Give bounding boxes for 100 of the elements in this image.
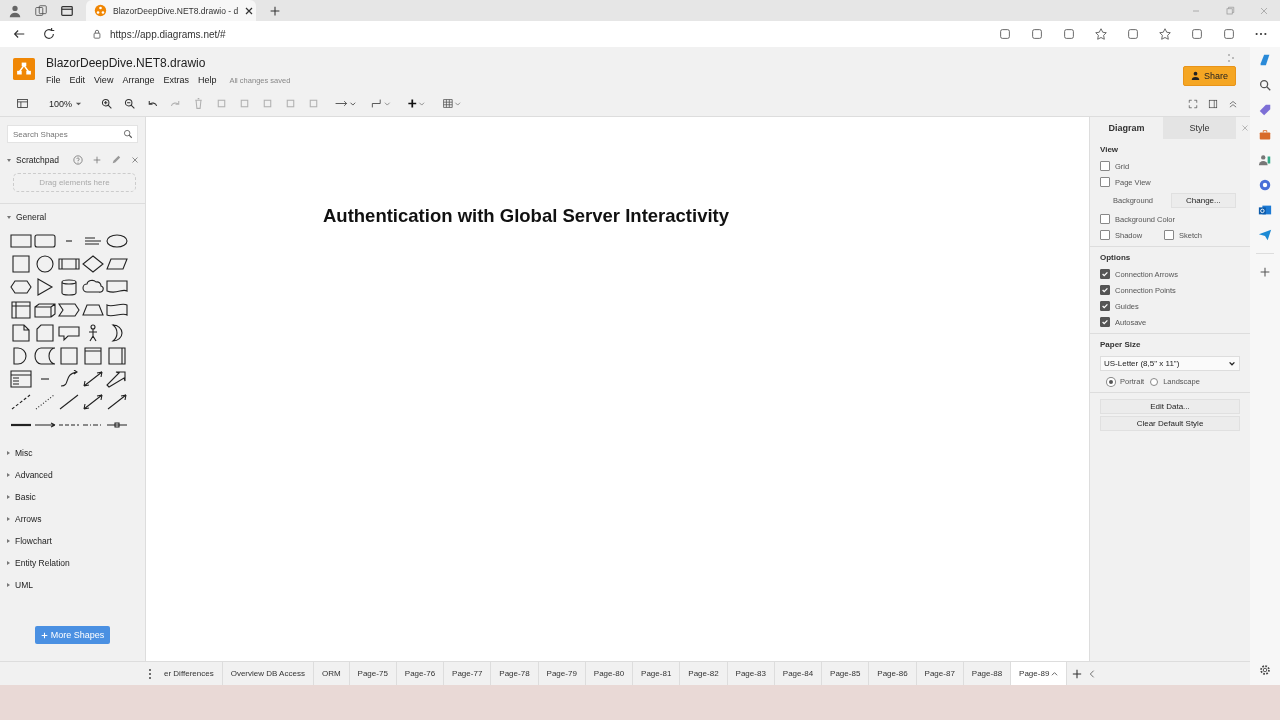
checkbox[interactable] xyxy=(1100,317,1110,327)
menu-item[interactable]: Arrange xyxy=(122,74,155,85)
checkbox[interactable] xyxy=(1164,230,1175,240)
menu-item[interactable]: Edit xyxy=(69,74,86,85)
section-title[interactable]: General xyxy=(16,212,47,222)
menu-item[interactable]: File xyxy=(46,74,61,85)
add-icon[interactable] xyxy=(92,155,102,165)
help-icon[interactable] xyxy=(73,155,83,165)
reload-icon[interactable] xyxy=(42,27,56,41)
pencil-icon[interactable] xyxy=(111,155,121,165)
rectangle-icon[interactable] xyxy=(9,232,33,250)
send-icon[interactable] xyxy=(1258,228,1272,242)
fullscreen-icon[interactable] xyxy=(1188,98,1198,109)
section-title[interactable]: Arrows xyxy=(15,514,42,524)
profile-icon[interactable] xyxy=(8,3,22,18)
process-icon[interactable] xyxy=(57,255,81,273)
checkbox[interactable] xyxy=(1100,230,1110,240)
search-icon[interactable] xyxy=(123,129,133,139)
zoom-level[interactable]: 100% xyxy=(49,98,83,109)
add-icon[interactable] xyxy=(1258,265,1272,279)
line-icon[interactable] xyxy=(57,393,81,411)
menu-item[interactable]: Extras xyxy=(163,74,189,85)
panel-tab[interactable]: Style xyxy=(1163,117,1236,139)
section-toggle-icon[interactable] xyxy=(7,473,10,477)
big-arrow-icon[interactable] xyxy=(105,370,129,388)
outlook-icon[interactable] xyxy=(1258,203,1272,217)
circle-app-icon[interactable] xyxy=(1258,178,1272,192)
checkbox[interactable] xyxy=(1100,301,1110,311)
card-icon[interactable] xyxy=(33,324,57,342)
section-toggle-icon[interactable] xyxy=(7,451,10,455)
section-toggle-icon[interactable] xyxy=(7,561,10,565)
cloud-icon[interactable] xyxy=(81,278,105,296)
section-title[interactable]: Scratchpad xyxy=(16,155,59,165)
section-title[interactable]: Entity Relation xyxy=(15,558,70,568)
frame-icon[interactable] xyxy=(81,347,105,365)
settings-icon[interactable] xyxy=(1258,663,1272,677)
checkbox[interactable] xyxy=(1100,177,1110,187)
panel-layout-icon[interactable] xyxy=(16,97,29,110)
collapse-icon[interactable] xyxy=(1228,98,1238,109)
checkbox[interactable] xyxy=(1100,269,1110,279)
dashed-line-icon[interactable] xyxy=(9,393,33,411)
data-storage-icon[interactable] xyxy=(33,347,57,365)
section-toggle-icon[interactable] xyxy=(7,495,10,499)
search-field[interactable]: Search Shapes xyxy=(7,125,138,143)
section-title[interactable]: Misc xyxy=(15,448,33,458)
checkbox[interactable] xyxy=(1100,161,1110,171)
list-icon[interactable] xyxy=(9,370,33,388)
container-icon[interactable] xyxy=(105,347,129,365)
hexagon-icon[interactable] xyxy=(9,278,33,296)
zoom-out-icon[interactable] xyxy=(123,97,137,110)
change-button[interactable]: Change... xyxy=(1171,193,1236,208)
browser-tab[interactable]: BlazorDeepDive.NET8.drawio - d xyxy=(86,0,256,21)
caret-icon[interactable] xyxy=(1051,670,1059,677)
section-toggle-icon[interactable] xyxy=(7,517,10,521)
document-shape-icon[interactable] xyxy=(105,278,129,296)
checkbox[interactable] xyxy=(1100,214,1110,224)
panel-button[interactable]: Edit Data... xyxy=(1100,399,1240,414)
waypoint-icon[interactable] xyxy=(370,97,393,110)
address-bar[interactable]: https://app.diagrams.net/# xyxy=(84,24,234,44)
radio-button[interactable] xyxy=(1150,377,1159,386)
briefcase-icon[interactable] xyxy=(1258,128,1272,142)
bidirectional-arrow-icon[interactable] xyxy=(81,393,105,411)
people-icon[interactable] xyxy=(1258,153,1272,167)
tab-actions-icon[interactable] xyxy=(60,3,74,18)
copilot-icon[interactable] xyxy=(1258,53,1272,67)
square-icon[interactable] xyxy=(9,255,33,273)
section-title[interactable]: Advanced xyxy=(15,470,53,480)
tag-icon[interactable] xyxy=(1258,103,1272,117)
diamond-icon[interactable] xyxy=(81,255,105,273)
section-title[interactable]: Flowchart xyxy=(15,536,52,546)
close-icon[interactable] xyxy=(244,5,255,16)
star-icon[interactable] xyxy=(1094,27,1108,41)
trapezoid-icon[interactable] xyxy=(81,301,105,319)
search-icon[interactable] xyxy=(1258,78,1272,92)
step-icon[interactable] xyxy=(57,301,81,319)
callout-icon[interactable] xyxy=(57,324,81,342)
pages-menu-icon[interactable] xyxy=(148,667,152,680)
paper-size-select[interactable]: US-Letter (8,5" x 11") xyxy=(1100,356,1240,371)
section-toggle-icon[interactable] xyxy=(7,539,10,543)
cube-icon[interactable] xyxy=(33,301,57,319)
note-icon[interactable] xyxy=(9,324,33,342)
section-toggle-icon[interactable] xyxy=(7,215,11,219)
zoom-in-icon[interactable] xyxy=(100,97,114,110)
add-page-icon[interactable] xyxy=(1072,668,1083,679)
section-toggle-icon[interactable] xyxy=(7,583,10,587)
arrow-icon[interactable] xyxy=(105,393,129,411)
menu-item[interactable]: View xyxy=(94,74,114,85)
share-button[interactable]: Share xyxy=(1182,65,1236,86)
diagram-heading[interactable]: Authentication with Global Server Interactivity xyxy=(323,205,730,227)
section-toggle-icon[interactable] xyxy=(7,158,11,162)
double-arrow-icon[interactable] xyxy=(81,370,105,388)
file-title[interactable]: BlazorDeepDive.NET8.drawio xyxy=(46,55,291,70)
tape-icon[interactable] xyxy=(105,301,129,319)
panel-button[interactable]: Clear Default Style xyxy=(1100,416,1240,431)
diagram-canvas[interactable]: Authentication with Global Server Interactivity xyxy=(146,117,1090,661)
format-panel-icon[interactable] xyxy=(1208,98,1218,109)
workspaces-icon[interactable] xyxy=(34,3,48,18)
parallelogram-icon[interactable] xyxy=(105,255,129,273)
menu-item[interactable]: Help xyxy=(197,74,217,85)
favorites-icon[interactable] xyxy=(1158,27,1172,41)
